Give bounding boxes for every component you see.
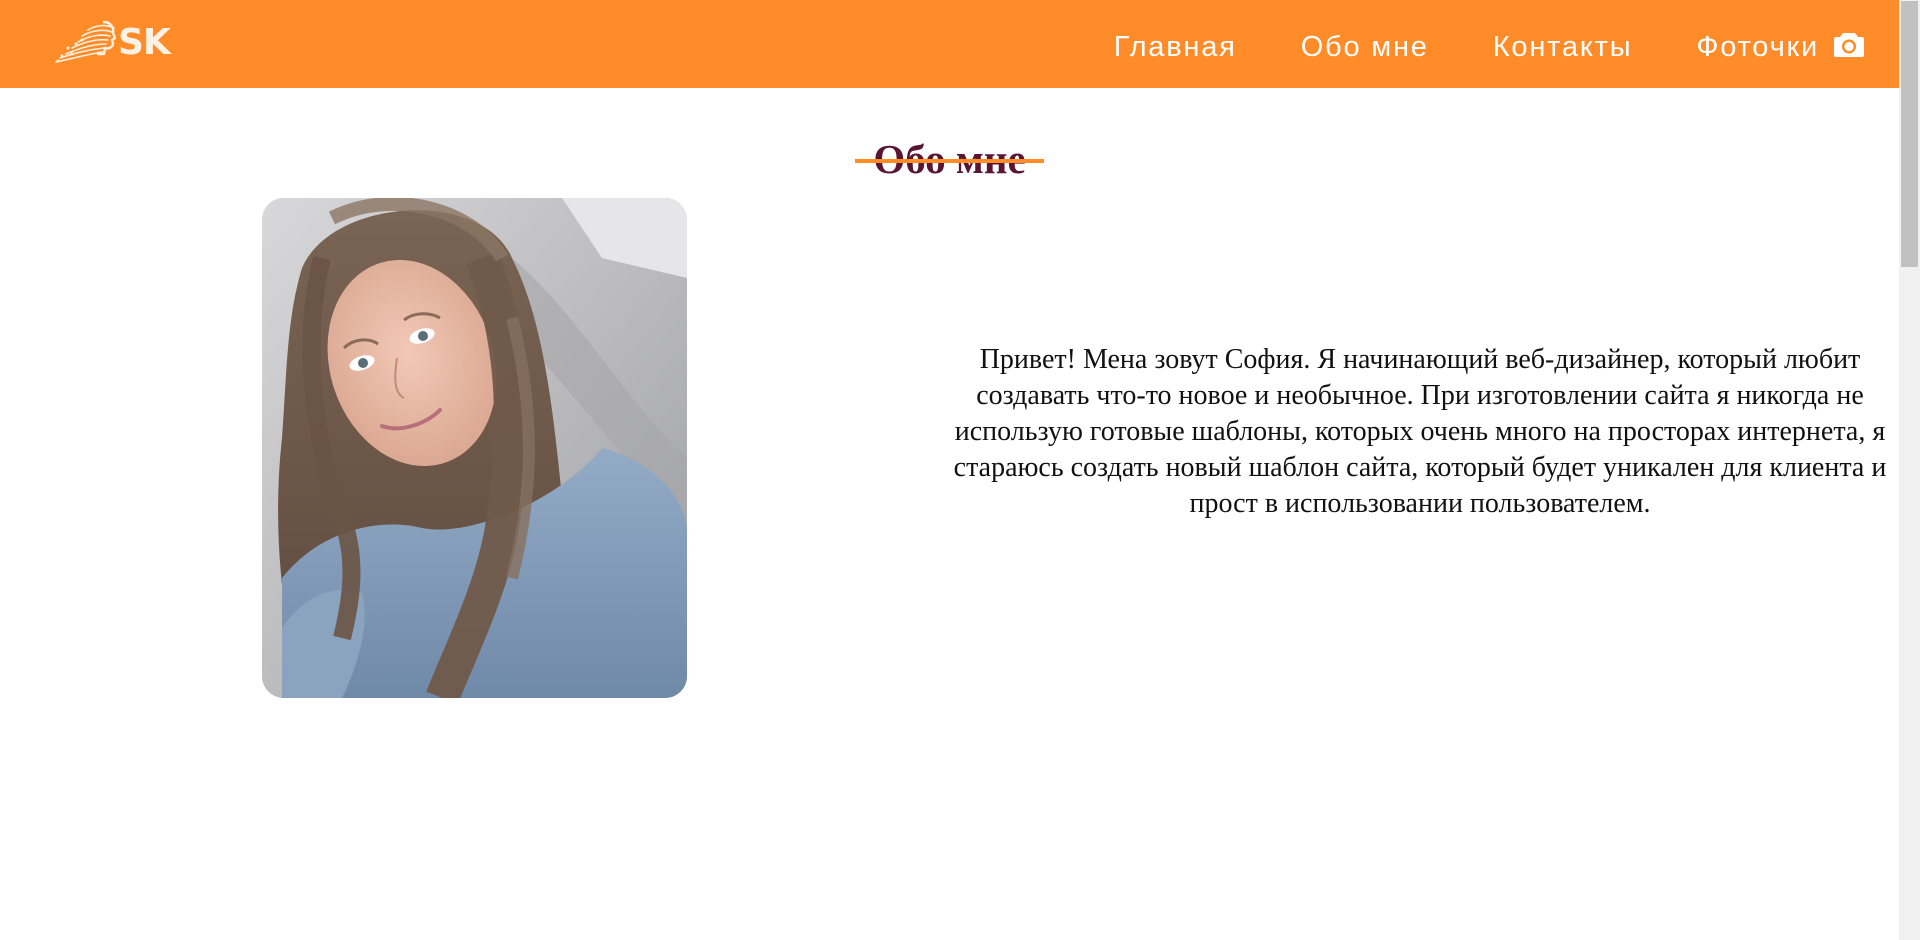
title-underline — [855, 159, 1044, 163]
nav-item-label: Фоточки — [1696, 31, 1819, 63]
scrollbar-thumb[interactable] — [1901, 1, 1918, 267]
nav-item-label: Обо мне — [1300, 31, 1429, 63]
site-header: SK Главная Обо мне Контакты Фоточки — [0, 0, 1899, 88]
nav-item-label: Контакты — [1492, 31, 1633, 63]
woman-profile-logo-icon — [55, 20, 116, 63]
nav-item-contacts[interactable]: Контакты — [1493, 31, 1633, 64]
nav-item-home[interactable]: Главная — [1114, 31, 1237, 64]
profile-photo — [262, 198, 687, 698]
main-nav: Главная Обо мне Контакты Фоточки — [1114, 0, 1865, 95]
logo-link[interactable]: SK — [48, 18, 171, 68]
about-text: Привет! Мена зовут София. Я начинающий в… — [953, 344, 1887, 519]
camera-icon — [1833, 30, 1865, 66]
page: SK Главная Обо мне Контакты Фоточки Обо … — [0, 0, 1899, 940]
logo-text: SK — [118, 22, 171, 63]
vertical-scrollbar[interactable] — [1899, 0, 1920, 940]
nav-item-label: Главная — [1113, 31, 1237, 63]
nav-item-photos[interactable]: Фоточки — [1696, 30, 1865, 66]
nav-item-about[interactable]: Обо мне — [1301, 31, 1429, 64]
